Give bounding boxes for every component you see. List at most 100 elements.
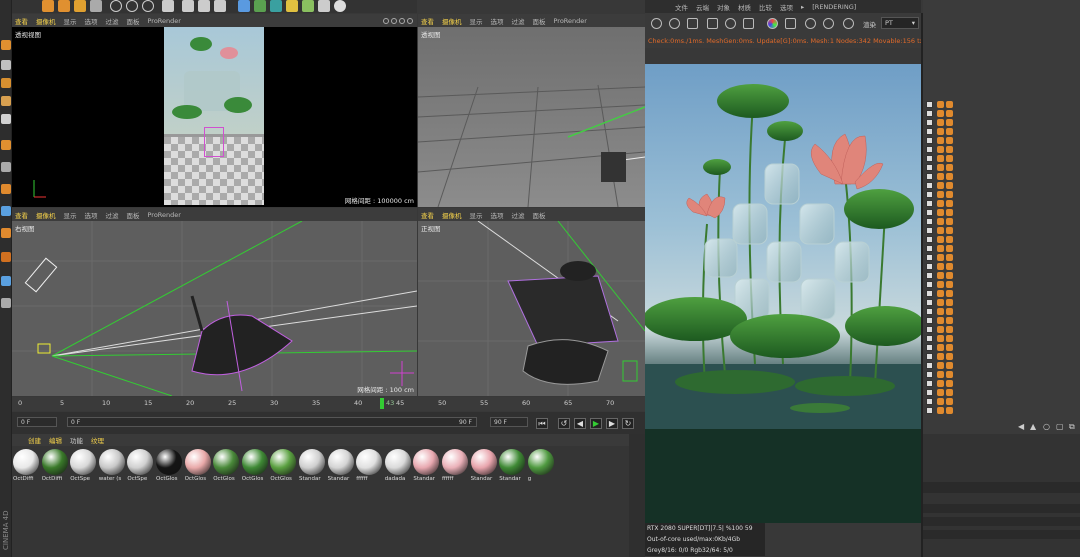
lock-icon[interactable]: ▢	[1056, 422, 1064, 431]
menu-edit[interactable]: 编辑	[49, 435, 62, 445]
menu-camera[interactable]: 摄像机	[36, 16, 56, 26]
render-menu-options[interactable]: 选项	[780, 2, 793, 12]
play-icon[interactable]: ▶	[590, 418, 602, 429]
render-menu-materials[interactable]: 材质	[738, 2, 751, 12]
new-panel-icon[interactable]: ⧉	[1069, 422, 1075, 432]
tool-icon[interactable]	[1, 228, 11, 238]
octane-tag-icon[interactable]	[937, 290, 944, 297]
record-icon[interactable]: ↺	[558, 418, 570, 429]
pin-icon[interactable]	[843, 18, 854, 29]
goto-start-icon[interactable]: ⏮	[536, 418, 548, 429]
octane-tag-icon[interactable]	[937, 236, 944, 243]
object-row[interactable]	[924, 100, 1080, 109]
clay-icon[interactable]	[805, 18, 816, 29]
next-frame-icon[interactable]: ▶	[606, 418, 618, 429]
octane-tag-icon[interactable]	[937, 128, 944, 135]
render-settings-icon[interactable]	[214, 0, 226, 12]
frame-range-slider[interactable]: 0 F 90 F	[67, 417, 477, 427]
object-row[interactable]	[924, 217, 1080, 226]
object-row[interactable]	[924, 262, 1080, 271]
pause-icon[interactable]	[687, 18, 698, 29]
viewport-perspective[interactable]: 查看 摄像机 显示 选项 过滤 面板 ProRender 透视视图 网格间距 :…	[12, 14, 417, 207]
settings-icon[interactable]	[651, 18, 662, 29]
material-tag-icon[interactable]	[946, 209, 953, 216]
octane-tag-icon[interactable]	[937, 200, 944, 207]
render-menu-more[interactable]: ▸	[801, 3, 804, 11]
render-menu-objects[interactable]: 对象	[717, 2, 730, 12]
material-swatch[interactable]: Standar	[413, 449, 440, 482]
material-swatch[interactable]: OctSpe	[127, 449, 154, 482]
menu-prorender[interactable]: ProRender	[148, 211, 181, 219]
octane-tag-icon[interactable]	[937, 353, 944, 360]
tool-icon[interactable]	[1, 252, 11, 262]
object-row[interactable]	[924, 253, 1080, 262]
render-mode-select[interactable]: PT ▾	[881, 17, 919, 29]
octane-tag-icon[interactable]	[937, 110, 944, 117]
octane-tag-icon[interactable]	[937, 281, 944, 288]
menu-prorender[interactable]: ProRender	[554, 17, 587, 25]
lock-icon[interactable]	[785, 18, 796, 29]
coordinate-icon[interactable]	[162, 0, 174, 12]
object-row[interactable]	[924, 190, 1080, 199]
object-row[interactable]	[924, 154, 1080, 163]
material-tag-icon[interactable]	[946, 263, 953, 270]
color-picker-icon[interactable]	[767, 18, 778, 29]
gear-icon[interactable]	[725, 18, 736, 29]
object-row[interactable]	[924, 361, 1080, 370]
material-tag-icon[interactable]	[946, 362, 953, 369]
object-row[interactable]	[924, 226, 1080, 235]
viewport-front[interactable]: 查看 摄像机 显示 选项 过滤 面板 正视图	[418, 208, 645, 396]
up-icon[interactable]: ▲	[1030, 422, 1036, 431]
end-frame-field[interactable]: 90 F	[490, 417, 528, 427]
menu-panel[interactable]: 面板	[127, 16, 140, 26]
material-tag-icon[interactable]	[946, 353, 953, 360]
object-row[interactable]	[924, 199, 1080, 208]
material-tag-icon[interactable]	[946, 398, 953, 405]
menu-camera[interactable]: 摄像机	[36, 210, 56, 220]
octane-tag-icon[interactable]	[937, 182, 944, 189]
attribute-field[interactable]	[923, 530, 1080, 539]
octane-tag-icon[interactable]	[937, 317, 944, 324]
octane-tag-icon[interactable]	[937, 344, 944, 351]
material-swatch[interactable]: Standar	[327, 449, 355, 482]
menu-function[interactable]: 功能	[70, 435, 83, 445]
timeline-ruler[interactable]: 0 5 10 15 20 25 30 35 40 45 50 55 60 65 70 43	[12, 397, 645, 411]
nav-icon[interactable]	[399, 17, 405, 24]
octane-tag-icon[interactable]	[937, 173, 944, 180]
tool-icon[interactable]	[1, 162, 11, 172]
material-tag-icon[interactable]	[946, 326, 953, 333]
menu-view[interactable]: 查看	[421, 210, 434, 220]
light-icon[interactable]	[334, 0, 346, 12]
viewport-perspective-2[interactable]: 查看 摄像机 显示 选项 过滤 面板 ProRender 透视图	[418, 14, 645, 207]
menu-filter[interactable]: 过滤	[106, 210, 119, 220]
viewport-right[interactable]: 查看 摄像机 显示 选项 过滤 面板 ProRender 右视图 网格间距 : …	[12, 208, 417, 396]
material-swatch[interactable]: OctDiffi	[41, 449, 69, 482]
tool-icon[interactable]	[1, 206, 11, 216]
material-tag-icon[interactable]	[946, 308, 953, 315]
move-tool-icon[interactable]	[42, 0, 54, 12]
material-tag-icon[interactable]	[946, 299, 953, 306]
menu-texture[interactable]: 纹理	[91, 435, 104, 445]
material-swatch[interactable]: OctDiffi	[13, 449, 40, 482]
object-row[interactable]	[924, 352, 1080, 361]
octane-tag-icon[interactable]	[937, 164, 944, 171]
menu-prorender[interactable]: ProRender	[148, 17, 181, 25]
material-tag-icon[interactable]	[946, 191, 953, 198]
material-tag-icon[interactable]	[946, 110, 953, 117]
scene-icon[interactable]	[302, 0, 314, 12]
rotate-tool-icon[interactable]	[74, 0, 86, 12]
material-swatch[interactable]: g	[527, 449, 555, 482]
octane-tag-icon[interactable]	[937, 146, 944, 153]
cube-icon[interactable]	[238, 0, 250, 12]
material-tag-icon[interactable]	[946, 389, 953, 396]
nav-icon[interactable]	[407, 17, 413, 24]
tool-icon[interactable]	[1, 184, 11, 194]
material-tag-icon[interactable]	[946, 182, 953, 189]
material-tag-icon[interactable]	[946, 119, 953, 126]
nav-icon[interactable]	[391, 17, 397, 24]
octane-tag-icon[interactable]	[937, 101, 944, 108]
octane-tag-icon[interactable]	[937, 335, 944, 342]
material-swatch[interactable]: OctGlos	[213, 449, 240, 482]
material-tag-icon[interactable]	[946, 245, 953, 252]
object-row[interactable]	[924, 118, 1080, 127]
